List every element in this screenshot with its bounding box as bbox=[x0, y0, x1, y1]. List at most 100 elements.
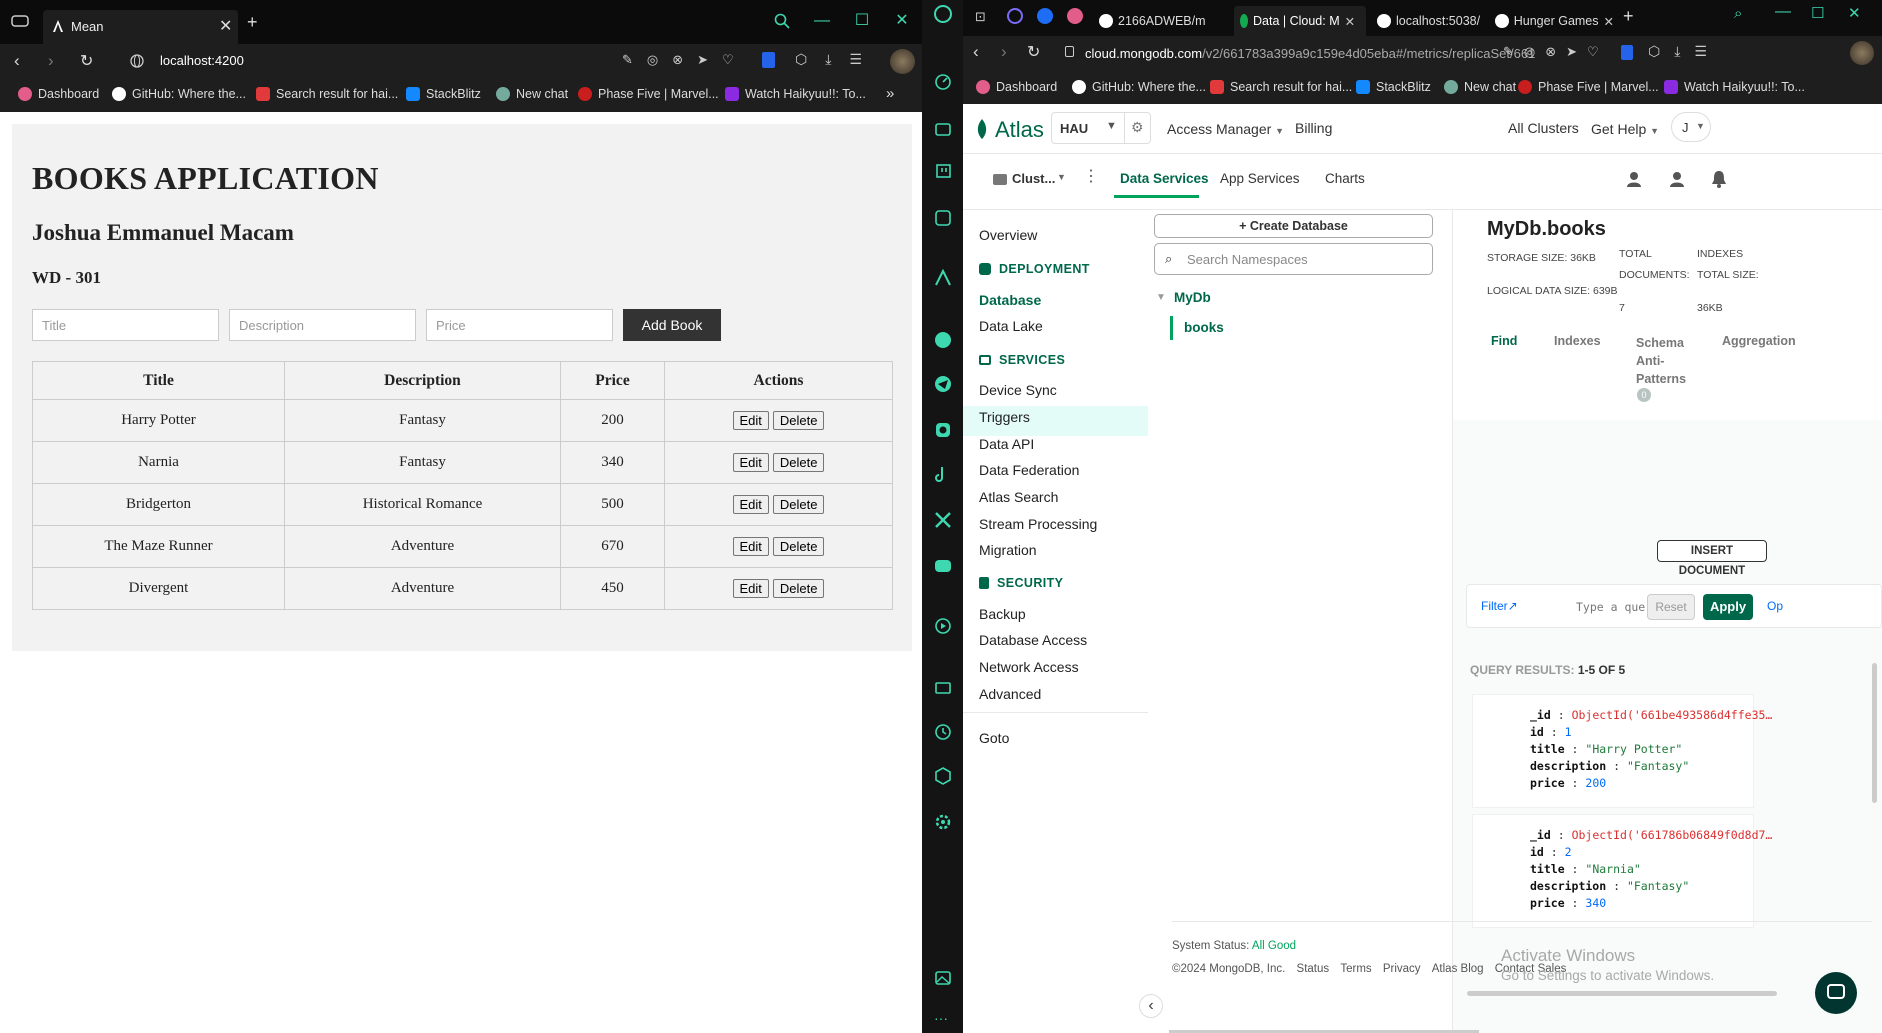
nav-database[interactable]: Database bbox=[979, 292, 1041, 308]
tab-favicon-pink-icon[interactable] bbox=[1067, 8, 1083, 24]
price-input[interactable]: Price bbox=[426, 309, 613, 341]
nav-network-access[interactable]: Network Access bbox=[979, 659, 1079, 675]
nav-database-access[interactable]: Database Access bbox=[979, 632, 1087, 648]
collapse-nav-button[interactable]: ‹ bbox=[1139, 994, 1163, 1018]
description-input[interactable]: Description bbox=[229, 309, 416, 341]
footer-privacy-link[interactable]: Privacy bbox=[1383, 963, 1421, 975]
get-help-menu[interactable]: Get Help ▼ bbox=[1591, 121, 1659, 137]
discord-icon[interactable] bbox=[933, 556, 953, 576]
tab-localhost[interactable]: localhost:5038/ bbox=[1371, 6, 1486, 36]
edit-button[interactable]: Edit bbox=[732, 453, 769, 472]
x-twitter-icon[interactable] bbox=[933, 510, 953, 530]
bookmark-search[interactable]: Search result for hai... bbox=[1210, 80, 1352, 94]
address-bar[interactable]: cloud.mongodb.com/v2/661783a399a9c159e4d… bbox=[1085, 46, 1535, 61]
aria-icon[interactable] bbox=[933, 268, 953, 288]
cluster-selector[interactable]: Clust... bbox=[1012, 171, 1055, 186]
tabs-icon[interactable] bbox=[933, 678, 953, 698]
nav-goto[interactable]: Goto bbox=[979, 730, 1009, 746]
close-window-icon[interactable]: ✕ bbox=[893, 12, 911, 30]
filter-link[interactable]: Filter↗ bbox=[1481, 599, 1518, 613]
gear-icon[interactable]: ⚙ bbox=[1131, 119, 1144, 136]
more-icon[interactable]: ··· bbox=[934, 1010, 948, 1026]
bookmark-dashboard[interactable]: Dashboard bbox=[18, 87, 99, 101]
user-menu[interactable]: J ▼ bbox=[1671, 112, 1711, 142]
profile-avatar[interactable] bbox=[1850, 41, 1874, 65]
document-card[interactable]: _id : ObjectId('661786b06849f0d8d7… id :… bbox=[1473, 815, 1772, 927]
search-icon[interactable] bbox=[774, 13, 790, 29]
delete-button[interactable]: Delete bbox=[772, 453, 825, 472]
atlas-logo-text[interactable]: Atlas bbox=[995, 117, 1044, 143]
horizontal-scrollbar[interactable] bbox=[1467, 991, 1777, 996]
speed-dial-icon[interactable] bbox=[933, 72, 953, 92]
bookmark-marvel[interactable]: Phase Five | Marvel... bbox=[1518, 80, 1659, 94]
tab-mean[interactable]: Mean ✕ bbox=[43, 10, 238, 44]
opera-icon[interactable] bbox=[933, 4, 953, 24]
minimize-icon[interactable]: — bbox=[813, 12, 831, 30]
title-input[interactable]: Title bbox=[32, 309, 219, 341]
tab-github[interactable]: 2166ADWEB/m bbox=[1093, 6, 1228, 36]
bookmark-haikyuu[interactable]: Watch Haikyuu!!: To... bbox=[1664, 80, 1805, 94]
tiktok-icon[interactable] bbox=[933, 464, 953, 484]
db-item-mydb[interactable]: MyDb bbox=[1174, 290, 1211, 305]
bookmark-stackblitz[interactable]: StackBlitz bbox=[1356, 80, 1431, 94]
toolbar-extension-icons[interactable]: ✎◎⊗➤♡ bbox=[622, 52, 748, 68]
search-namespaces-input[interactable]: ⌕ Search Namespaces bbox=[1154, 243, 1433, 275]
tab-data-cloud[interactable]: Data | Cloud: M ✕ bbox=[1234, 6, 1366, 36]
add-book-button[interactable]: Add Book bbox=[623, 309, 721, 341]
org-selector[interactable]: HAU ▼ ⚙ bbox=[1051, 112, 1151, 144]
gallery-icon[interactable] bbox=[933, 968, 953, 988]
tab-favicon-c-icon[interactable] bbox=[1037, 8, 1053, 24]
nav-backup[interactable]: Backup bbox=[979, 606, 1026, 622]
reset-button[interactable]: Reset bbox=[1647, 594, 1695, 620]
edit-button[interactable]: Edit bbox=[732, 579, 769, 598]
close-tab-icon[interactable]: ✕ bbox=[219, 16, 232, 36]
bitwarden-icon[interactable] bbox=[762, 52, 775, 68]
create-database-button[interactable]: + Create Database bbox=[1154, 214, 1433, 238]
search-icon[interactable]: ⌕ bbox=[1734, 5, 1742, 22]
nav-stream-processing[interactable]: Stream Processing bbox=[979, 516, 1097, 532]
delete-button[interactable]: Delete bbox=[772, 495, 825, 514]
footer-status-link[interactable]: Status bbox=[1297, 963, 1330, 975]
tab-charts[interactable]: Charts bbox=[1325, 171, 1365, 186]
more-bookmarks-icon[interactable]: » bbox=[886, 85, 894, 102]
address-bar[interactable]: localhost:4200 bbox=[160, 53, 244, 68]
toolbar-menu-icons[interactable]: ⬡⤓☰ bbox=[1648, 43, 1721, 60]
delete-button[interactable]: Delete bbox=[772, 579, 825, 598]
edit-button[interactable]: Edit bbox=[732, 537, 769, 556]
shopping-icon[interactable] bbox=[933, 118, 953, 138]
toolbar-extension-icons[interactable]: ✎◎⊗➤♡ bbox=[1503, 44, 1609, 60]
all-clusters-link[interactable]: All Clusters bbox=[1508, 120, 1579, 136]
settings-icon[interactable] bbox=[933, 812, 953, 832]
forward-icon[interactable]: › bbox=[48, 51, 54, 71]
nav-triggers[interactable]: Triggers bbox=[979, 409, 1030, 425]
reload-icon[interactable]: ↻ bbox=[80, 51, 93, 71]
messenger-icon[interactable] bbox=[933, 330, 953, 350]
nav-data-federation[interactable]: Data Federation bbox=[979, 462, 1079, 478]
nav-data-lake[interactable]: Data Lake bbox=[979, 318, 1043, 334]
new-tab-icon[interactable]: + bbox=[1623, 6, 1634, 27]
bookmark-new-chat[interactable]: New chat bbox=[496, 87, 568, 101]
tab-aggregation[interactable]: Aggregation bbox=[1722, 334, 1796, 348]
close-window-icon[interactable]: ✕ bbox=[1848, 4, 1861, 22]
bitwarden-icon[interactable] bbox=[1621, 45, 1633, 60]
extensions-icon[interactable] bbox=[933, 208, 953, 228]
bookmark-marvel[interactable]: Phase Five | Marvel... bbox=[578, 87, 719, 101]
options-link[interactable]: Op bbox=[1767, 599, 1783, 613]
nav-overview[interactable]: Overview bbox=[979, 227, 1037, 243]
delete-button[interactable]: Delete bbox=[772, 411, 825, 430]
nav-atlas-search[interactable]: Atlas Search bbox=[979, 489, 1058, 505]
history-icon[interactable] bbox=[933, 722, 953, 742]
tab-data-services[interactable]: Data Services bbox=[1120, 171, 1209, 186]
instagram-icon[interactable] bbox=[933, 420, 953, 440]
nav-data-api[interactable]: Data API bbox=[979, 436, 1034, 452]
bookmark-github[interactable]: GitHub: Where the... bbox=[112, 87, 246, 101]
insert-document-button[interactable]: INSERT DOCUMENT bbox=[1657, 540, 1767, 577]
results-scrollbar[interactable] bbox=[1872, 663, 1877, 803]
profile-avatar[interactable] bbox=[890, 49, 915, 74]
tab-schema-anti-patterns[interactable]: Schema Anti-Patterns bbox=[1636, 334, 1696, 388]
footer-atlas-blog-link[interactable]: Atlas Blog bbox=[1432, 963, 1484, 975]
back-icon[interactable]: ‹ bbox=[14, 51, 20, 71]
bookmark-dashboard[interactable]: Dashboard bbox=[976, 80, 1057, 94]
bookmark-search[interactable]: Search result for hai... bbox=[256, 87, 398, 101]
collection-item-books[interactable]: books bbox=[1184, 320, 1224, 335]
